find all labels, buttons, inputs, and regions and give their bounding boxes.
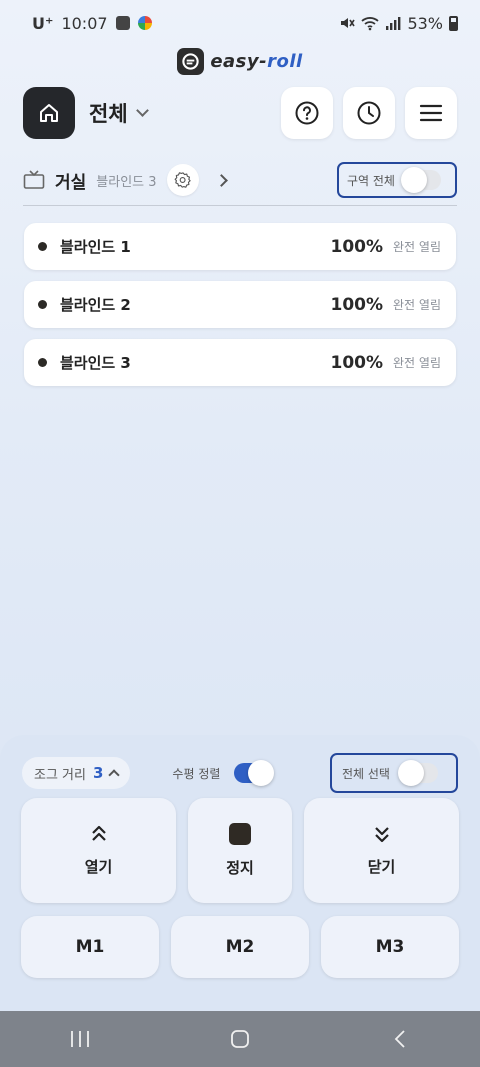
memory-2-label: M2	[225, 937, 255, 957]
chevron-right-icon[interactable]	[214, 173, 228, 187]
blind-name: 블라인드 3	[60, 354, 131, 372]
tv-icon	[23, 170, 45, 189]
room-settings-button[interactable]	[166, 164, 199, 196]
back-icon	[394, 1030, 405, 1048]
zone-all-toggle-box[interactable]: 구역 전체	[337, 162, 457, 198]
double-chevron-up-icon	[91, 825, 106, 841]
chevron-up-icon	[108, 769, 121, 781]
switch-knob	[397, 760, 424, 786]
stop-label: 정지	[226, 859, 254, 877]
clock-icon	[357, 101, 381, 125]
horizontal-align: 수평 정렬	[172, 760, 275, 786]
select-all-switch[interactable]	[397, 760, 438, 786]
blind-name: 블라인드 2	[60, 296, 131, 314]
home-nav-icon	[231, 1030, 249, 1048]
recent-apps-icon	[71, 1031, 89, 1047]
help-button[interactable]	[281, 87, 333, 139]
double-chevron-down-icon	[374, 827, 389, 843]
close-button[interactable]: 닫기	[304, 798, 459, 903]
blind-percent: 100%	[330, 294, 384, 315]
home-nav-button[interactable]	[210, 1019, 270, 1059]
app-logo: easy-roll	[0, 48, 480, 75]
app-notification-icon	[137, 16, 152, 30]
divider	[23, 205, 457, 206]
easy-roll-logo-icon	[177, 48, 205, 75]
room-blind-count: 블라인드 3	[96, 174, 157, 190]
open-label: 열기	[84, 858, 113, 876]
blind-status: 완전 열림	[393, 240, 441, 254]
blind-list: 블라인드 1 100% 완전 열림 블라인드 2 100% 완전 열림 블라인드…	[24, 223, 456, 397]
status-dot	[38, 242, 47, 251]
logo-text: easy-roll	[210, 51, 303, 72]
horizontal-align-label: 수평 정렬	[172, 766, 221, 781]
header: 전체	[23, 87, 457, 139]
memory-3-button[interactable]: M3	[321, 916, 459, 978]
blind-item-1[interactable]: 블라인드 1 100% 완전 열림	[24, 223, 456, 270]
gallery-notification-icon	[115, 16, 130, 30]
stop-button[interactable]: 정지	[188, 798, 292, 903]
stop-icon	[229, 823, 251, 845]
open-button[interactable]: 열기	[21, 798, 176, 903]
battery-icon	[449, 15, 458, 31]
menu-button[interactable]	[405, 87, 457, 139]
zone-all-switch[interactable]	[400, 167, 441, 193]
back-button[interactable]	[370, 1019, 430, 1059]
close-label: 닫기	[367, 858, 396, 876]
blind-status: 완전 열림	[393, 298, 441, 312]
group-title[interactable]: 전체	[89, 98, 128, 128]
gear-icon	[174, 172, 191, 188]
wifi-icon	[361, 17, 380, 31]
home-button[interactable]	[23, 87, 75, 139]
blind-percent: 100%	[330, 236, 384, 257]
horizontal-align-switch[interactable]	[234, 760, 275, 786]
system-navigation-bar	[0, 1011, 480, 1067]
memory-1-label: M1	[75, 937, 105, 957]
home-icon	[40, 104, 58, 122]
status-dot	[38, 358, 47, 367]
memory-1-button[interactable]: M1	[21, 916, 159, 978]
control-panel: 조그 거리 3 수평 정렬 전체 선택 열기 정지 닫기 M1 M2 M3	[0, 735, 480, 1011]
switch-knob	[248, 760, 275, 786]
control-options-row: 조그 거리 3 수평 정렬 전체 선택	[22, 753, 458, 793]
recent-apps-button[interactable]	[50, 1019, 110, 1059]
jog-distance-button[interactable]: 조그 거리 3	[22, 757, 131, 789]
jog-distance-value: 3	[92, 764, 104, 782]
blind-item-2[interactable]: 블라인드 2 100% 완전 열림	[24, 281, 456, 328]
zone-all-label: 구역 전체	[347, 173, 395, 188]
blind-name: 블라인드 1	[60, 238, 131, 256]
carrier-label: U⁺	[32, 13, 54, 33]
hamburger-menu-icon	[419, 104, 443, 122]
jog-distance-label: 조그 거리	[34, 767, 86, 783]
status-bar: U⁺ 10:07 53%	[0, 0, 480, 46]
chevron-down-icon[interactable]	[135, 103, 149, 117]
battery-percent: 53%	[407, 13, 443, 33]
select-all-label: 전체 선택	[342, 766, 390, 781]
signal-icon	[386, 16, 401, 30]
status-dot	[38, 300, 47, 309]
clock: 10:07	[61, 13, 108, 33]
room-row: 거실 블라인드 3 구역 전체	[23, 160, 457, 200]
help-icon	[295, 101, 319, 125]
mute-icon	[341, 18, 356, 28]
room-name: 거실	[55, 172, 87, 193]
memory-3-label: M3	[375, 937, 405, 957]
switch-knob	[400, 167, 427, 193]
blind-percent: 100%	[330, 352, 384, 373]
select-all-toggle-box[interactable]: 전체 선택	[330, 753, 458, 793]
blind-item-3[interactable]: 블라인드 3 100% 완전 열림	[24, 339, 456, 386]
schedule-button[interactable]	[343, 87, 395, 139]
blind-status: 완전 열림	[393, 356, 441, 370]
memory-2-button[interactable]: M2	[171, 916, 309, 978]
